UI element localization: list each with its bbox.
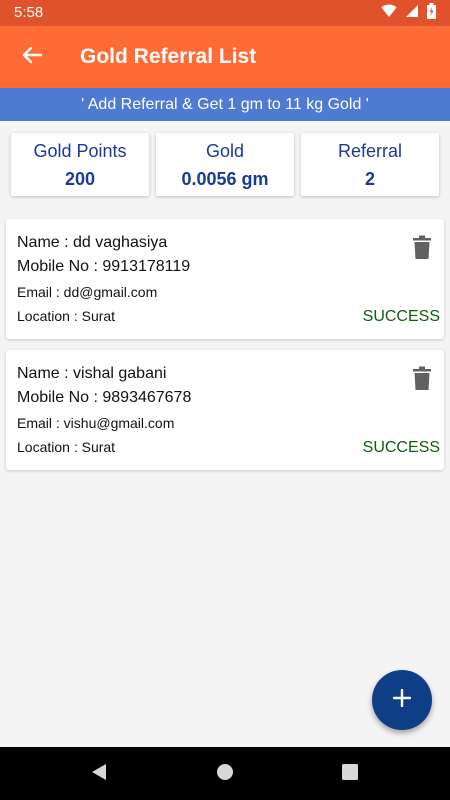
stat-value: 200	[64, 169, 96, 189]
cell-signal-icon	[405, 4, 419, 23]
add-referral-button[interactable]	[372, 670, 432, 730]
arrow-back-icon	[22, 46, 43, 69]
nav-home-button[interactable]	[214, 763, 236, 785]
referral-location: Location : Surat	[17, 439, 116, 455]
referral-status: SUCCESS	[362, 439, 440, 456]
page-title: Gold Referral List	[80, 45, 257, 68]
trash-icon	[413, 235, 431, 264]
trash-icon	[413, 366, 431, 395]
stat-label: Referral	[337, 141, 403, 161]
delete-referral-button[interactable]	[410, 366, 434, 394]
status-time: 5:58	[14, 4, 44, 21]
circle-home-icon	[216, 763, 234, 786]
referral-mobile: Mobile No : 9893467678	[17, 389, 192, 406]
nav-back-button[interactable]	[88, 763, 110, 785]
square-recents-icon	[342, 763, 358, 785]
status-icons	[381, 2, 436, 24]
stat-value: 2	[364, 169, 375, 189]
nav-recents-button[interactable]	[339, 763, 361, 785]
system-nav-bar	[0, 747, 450, 800]
gold-card: Gold 0.0056 gm	[156, 133, 294, 196]
referral-status: SUCCESS	[362, 308, 440, 325]
stat-label: Gold	[205, 141, 245, 161]
app-bar: Gold Referral List	[0, 26, 450, 88]
referral-location: Location : Surat	[17, 308, 116, 324]
referral-name: Name : vishal gabani	[17, 365, 167, 382]
delete-referral-button[interactable]	[410, 235, 434, 263]
referral-email: Email : dd@gmail.com	[17, 284, 158, 300]
stat-value: 0.0056 gm	[181, 169, 269, 189]
gold-points-card: Gold Points 200	[11, 133, 149, 196]
referral-name: Name : dd vaghasiya	[17, 234, 168, 251]
referral-email: Email : vishu@gmail.com	[17, 415, 175, 431]
referral-count-card: Referral 2	[301, 133, 439, 196]
battery-icon	[427, 2, 436, 24]
referral-card[interactable]: Name : dd vaghasiya Mobile No : 99131781…	[6, 219, 444, 339]
promo-banner: ' Add Referral & Get 1 gm to 11 kg Gold …	[0, 88, 450, 121]
stat-label: Gold Points	[33, 141, 127, 161]
back-button[interactable]	[16, 41, 48, 73]
referral-mobile: Mobile No : 9913178119	[17, 258, 191, 275]
status-bar: 5:58	[0, 0, 450, 26]
wifi-icon	[381, 4, 397, 23]
plus-icon	[392, 688, 412, 712]
triangle-back-icon	[91, 763, 107, 786]
referral-card[interactable]: Name : vishal gabani Mobile No : 9893467…	[6, 350, 444, 470]
